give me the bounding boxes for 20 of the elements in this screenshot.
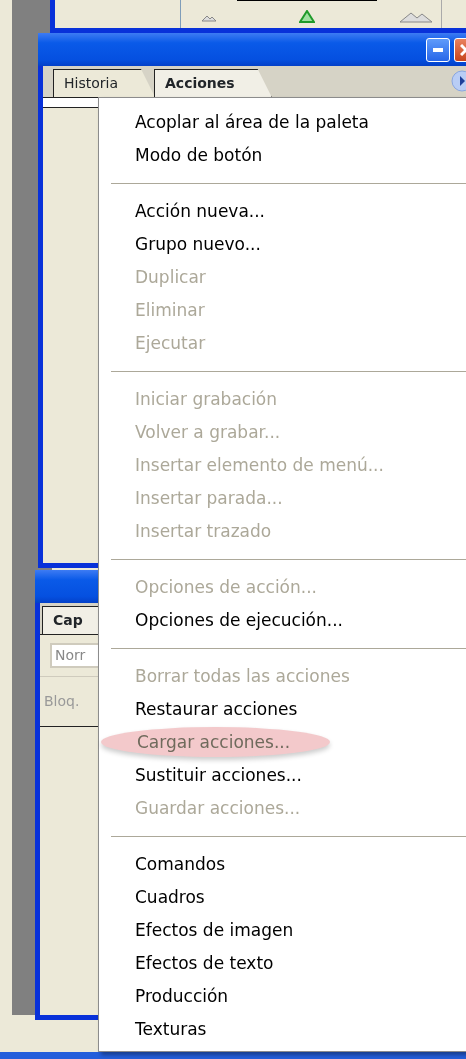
slider-thumb[interactable] (299, 10, 315, 23)
menu-item[interactable]: Acción nueva... (135, 201, 266, 221)
small-mountain-icon[interactable] (201, 14, 217, 22)
menu-item[interactable]: Acoplar al área de la paleta (135, 112, 369, 132)
menu-item[interactable]: Grupo nuevo... (135, 234, 261, 254)
minimize-icon (433, 47, 443, 52)
menu-item[interactable]: Producción (135, 986, 229, 1006)
menu-item[interactable]: Cuadros (135, 887, 205, 907)
menu-item[interactable]: Comandos (135, 854, 226, 874)
large-mountain-icon[interactable] (399, 11, 433, 23)
menu-item[interactable]: Texturas (135, 1019, 207, 1039)
menu-item[interactable]: Opciones de ejecución... (135, 610, 343, 630)
menu-item[interactable]: Efectos de texto (135, 953, 274, 973)
panel-tab[interactable]: Historia (53, 69, 155, 97)
panel-tab[interactable]: Acciones (154, 69, 272, 97)
menu-item[interactable]: Efectos de imagen (135, 920, 294, 940)
menu-item[interactable]: Modo de botón (135, 145, 263, 165)
minimize-button[interactable] (426, 37, 450, 62)
menu-item[interactable]: Sustituir acciones... (135, 765, 302, 785)
menu-item[interactable]: Restaurar acciones (135, 699, 298, 719)
